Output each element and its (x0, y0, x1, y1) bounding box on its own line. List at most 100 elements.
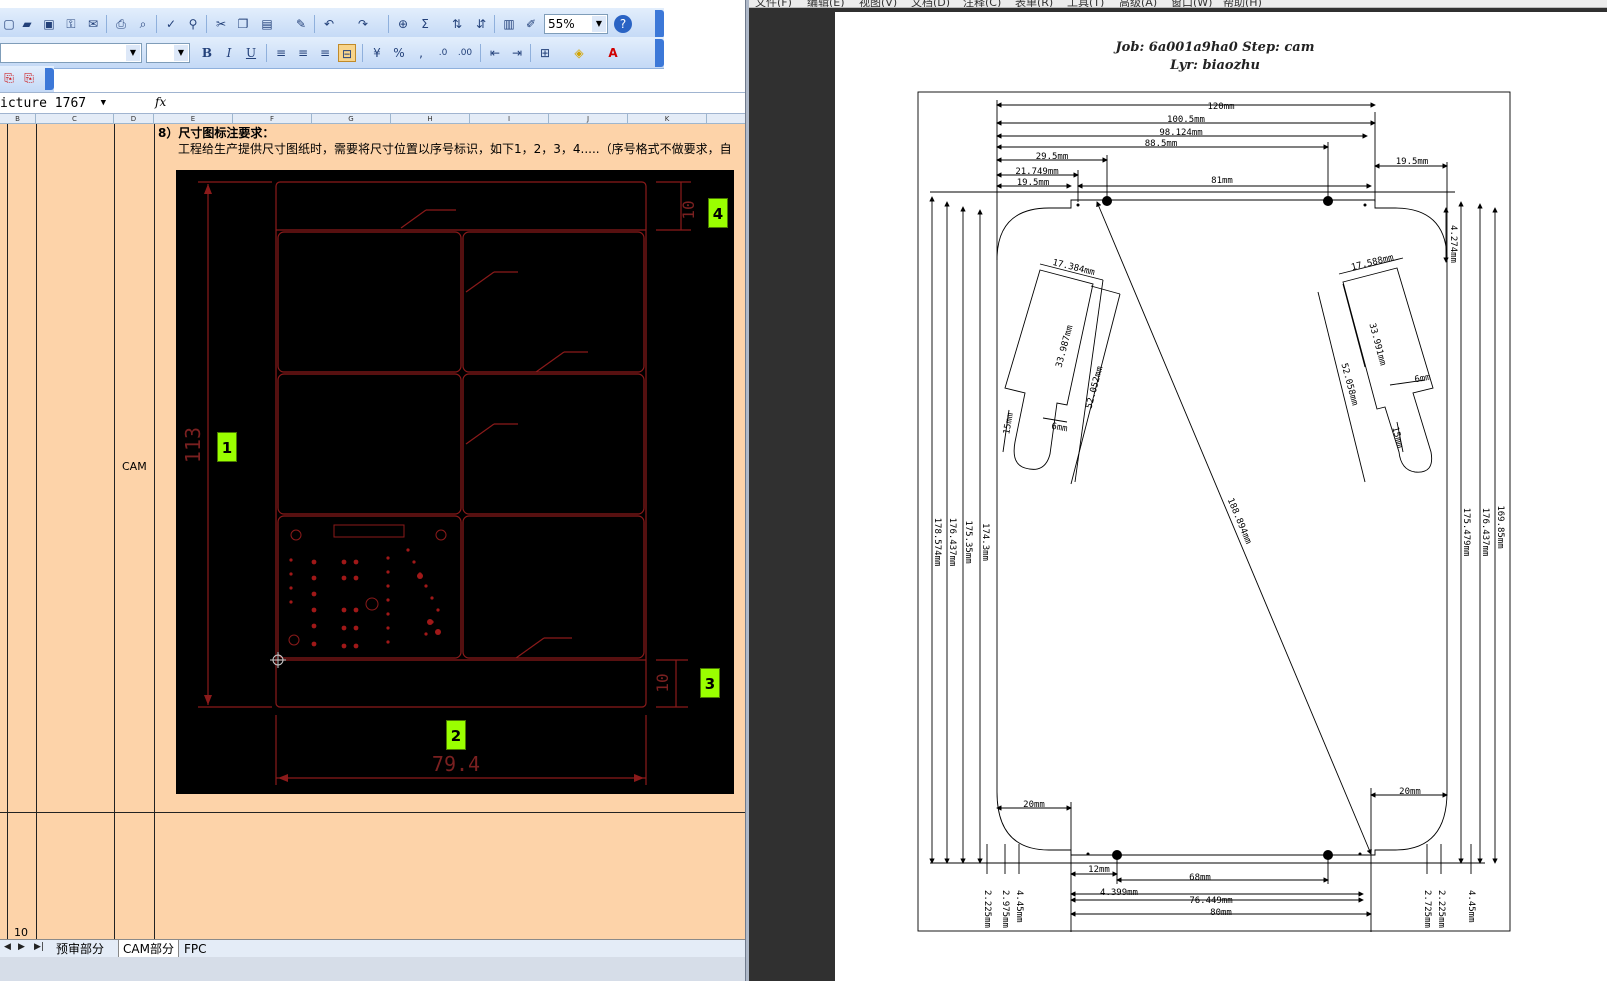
spelling-icon[interactable]: ✓ (162, 15, 180, 33)
redo-icon[interactable]: ↷ (354, 15, 372, 33)
menu-window[interactable]: 窗口(W) (1171, 0, 1212, 7)
sheet-tab-review[interactable]: 预审部分 (52, 940, 108, 958)
zoom-select[interactable]: 55% ▼ (544, 14, 608, 34)
toolbar-grip[interactable] (45, 68, 54, 90)
email-icon[interactable]: ✉ (84, 15, 102, 33)
underline-button[interactable]: U (242, 44, 260, 62)
dim-label-10-top: 10 (679, 200, 698, 219)
column-headers: B C D E F G H I J K (0, 114, 760, 124)
cut-icon[interactable]: ✂ (212, 15, 230, 33)
menu-help[interactable]: 帮助(H) (1223, 0, 1262, 7)
column-header[interactable]: E (154, 114, 233, 124)
chevron-down-icon[interactable]: ▼ (101, 94, 106, 113)
cad-drawing: 113 79.4 10 10 (181, 181, 698, 785)
column-header[interactable]: F (233, 114, 312, 124)
paste-icon[interactable]: ▤ (258, 15, 276, 33)
format-painter-icon[interactable]: ✎ (292, 15, 310, 33)
toolbar-separator (362, 44, 363, 62)
chart-icon[interactable]: ▥ (500, 15, 518, 33)
align-center-icon[interactable]: ≡ (294, 44, 312, 62)
cad-dimension-picture[interactable]: 113 79.4 10 10 1 2 3 4 (176, 170, 734, 794)
print-preview-icon[interactable]: ⌕ (134, 15, 152, 33)
decrease-indent-icon[interactable]: ⇤ (486, 44, 504, 62)
cam-cell[interactable]: CAM (122, 460, 147, 473)
chevron-down-icon[interactable]: ▼ (126, 45, 140, 61)
column-header[interactable]: D (114, 114, 154, 124)
italic-button[interactable]: I (220, 44, 238, 62)
document-page[interactable]: Job: 6a001a9ha0 Step: cam Lyr: biaozhu 1… (835, 12, 1607, 981)
dim-88-5: 88.5mm (1145, 139, 1178, 149)
toolbar-grip[interactable] (655, 39, 664, 67)
borders-icon[interactable]: ⊞ (536, 44, 554, 62)
last-sheet-icon[interactable]: ▶| (34, 942, 44, 952)
chevron-down-icon[interactable]: ▼ (174, 45, 188, 61)
name-box[interactable]: icture 1767 ▼ (0, 94, 108, 113)
column-header[interactable]: I (470, 114, 549, 124)
print-icon[interactable]: ⎙ (112, 15, 130, 33)
menu-tools[interactable]: 工具(T) (1067, 0, 1104, 7)
column-header[interactable]: C (36, 114, 114, 124)
new-icon[interactable]: ▢ (0, 15, 18, 33)
bold-button[interactable]: B (198, 44, 216, 62)
toolbar-separator (494, 15, 495, 33)
permission-icon[interactable]: ⚿ (62, 15, 80, 33)
hyperlink-icon[interactable]: ⊕ (394, 15, 412, 33)
comma-style-icon[interactable]: , (412, 44, 430, 62)
increase-indent-icon[interactable]: ⇥ (508, 44, 526, 62)
increase-decimal-icon[interactable]: .0 (434, 44, 452, 62)
requirement-title[interactable]: 8）尺寸图标注要求： (158, 124, 274, 141)
research-icon[interactable]: ⚲ (184, 15, 202, 33)
sheet-tab-fpc[interactable]: FPC (180, 940, 211, 958)
requirement-text[interactable]: 工程给生产提供尺寸图纸时，需要将尺寸位置以序号标识，如下1，2，3，4.....… (178, 140, 732, 157)
toolbar-grip[interactable] (655, 10, 664, 38)
column-header[interactable]: K (628, 114, 707, 124)
sheet-tab-cam[interactable]: CAM部分 (118, 940, 179, 958)
font-size-select[interactable]: ▼ (146, 43, 190, 63)
gridline (0, 812, 745, 813)
menu-edit[interactable]: 编辑(E) (807, 0, 845, 7)
percent-icon[interactable]: % (390, 44, 408, 62)
sort-desc-icon[interactable]: ⇵ (472, 15, 490, 33)
autosum-icon[interactable]: Σ (416, 15, 434, 33)
decrease-decimal-icon[interactable]: .00 (456, 44, 474, 62)
undo-icon[interactable]: ↶ (320, 15, 338, 33)
dim-100-5: 100.5mm (1167, 115, 1205, 125)
dim-68: 68mm (1189, 873, 1211, 883)
open-icon[interactable]: ▰ (18, 15, 36, 33)
copy-icon[interactable]: ❐ (234, 15, 252, 33)
save-icon[interactable]: ▣ (40, 15, 58, 33)
help-icon[interactable]: ? (614, 15, 632, 33)
chevron-down-icon[interactable]: ▼ (592, 16, 606, 32)
column-header[interactable]: G (312, 114, 391, 124)
dim-175-35: 175.35mm (963, 520, 973, 563)
column-header[interactable]: B (0, 114, 36, 124)
dim-29-5: 29.5mm (1036, 152, 1069, 162)
font-color-icon[interactable]: A (604, 44, 622, 62)
column-header[interactable]: H (391, 114, 470, 124)
next-sheet-icon[interactable]: ▶ (18, 942, 25, 952)
align-left-icon[interactable]: ≡ (272, 44, 290, 62)
dim-6-right: 6mm (1414, 373, 1432, 386)
sort-asc-icon[interactable]: ⇅ (448, 15, 466, 33)
menu-document[interactable]: 文档(D) (911, 0, 950, 7)
pdf-convert-icon[interactable]: ⎘ (0, 69, 18, 87)
menu-advanced[interactable]: 高级(A) (1119, 0, 1157, 7)
font-name-select[interactable]: ▼ (0, 43, 142, 63)
currency-icon[interactable]: ¥ (368, 44, 386, 62)
zoom-value: 55% (548, 17, 575, 31)
align-right-icon[interactable]: ≡ (316, 44, 334, 62)
function-icon[interactable]: fx (155, 95, 166, 109)
dim-176-437-left: 176.437mm (947, 518, 957, 567)
column-header[interactable]: J (549, 114, 628, 124)
menu-view[interactable]: 视图(V) (859, 0, 897, 7)
menu-form[interactable]: 表单(R) (1015, 0, 1053, 7)
status-bar (0, 957, 760, 981)
menu-comment[interactable]: 注释(C) (963, 0, 1001, 7)
pdf-email-icon[interactable]: ⎘ (20, 69, 38, 87)
drawing-icon[interactable]: ✐ (522, 15, 540, 33)
fill-color-icon[interactable]: ◈ (570, 44, 588, 62)
first-sheet-icon[interactable]: ◀ (4, 942, 11, 952)
gridline (114, 124, 115, 939)
merge-center-icon[interactable]: ⊟ (338, 44, 356, 62)
menu-file[interactable]: 文件(F) (755, 0, 792, 7)
